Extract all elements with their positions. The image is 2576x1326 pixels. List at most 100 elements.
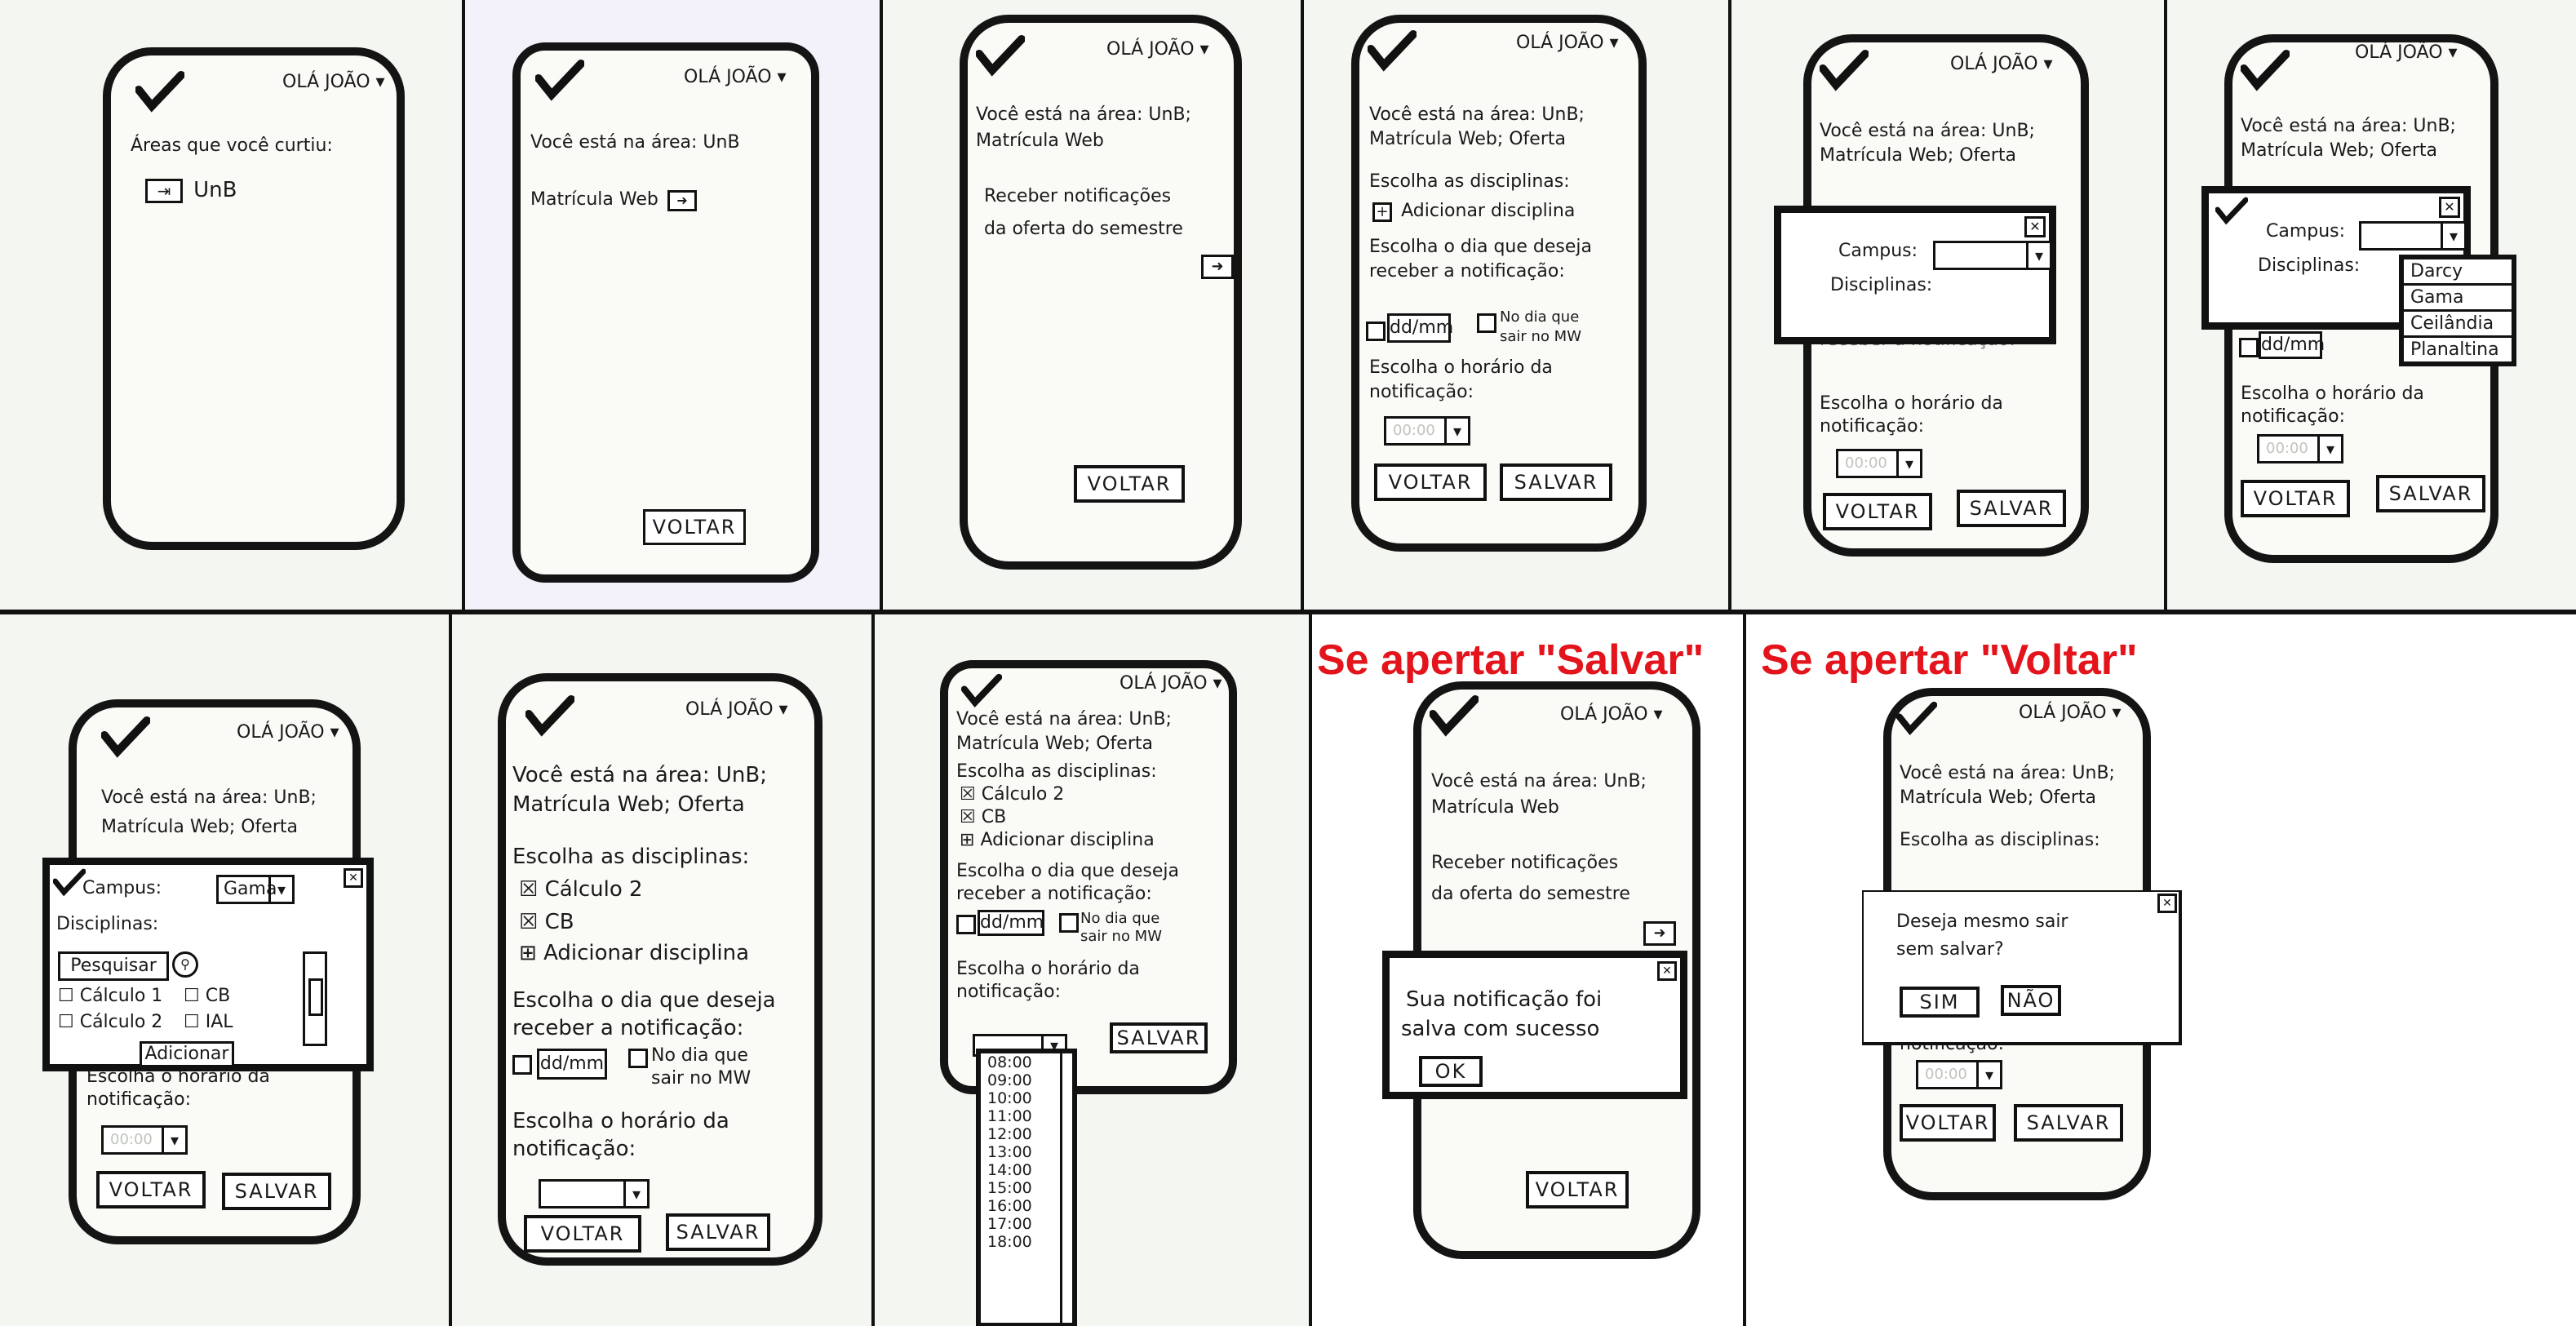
area-sublabel: Matrícula Web; Oferta	[1369, 129, 1566, 149]
arrow-right-icon[interactable]: ➜	[1643, 921, 1676, 946]
voltar-button[interactable]: VOLTAR	[524, 1215, 641, 1253]
salvar-button[interactable]: SALVAR	[666, 1213, 770, 1251]
salvar-button[interactable]: SALVAR	[1110, 1022, 1208, 1053]
adicionar-disciplina-link[interactable]: + Adicionar disciplina	[1372, 201, 1575, 222]
voltar-button[interactable]: VOLTAR	[1074, 465, 1185, 503]
cb-checked[interactable]: ☒ CB	[519, 910, 574, 934]
no-dia-checkbox[interactable]	[1059, 913, 1079, 933]
date-input[interactable]: dd/mm	[978, 910, 1044, 936]
adicionar-button[interactable]: Adicionar	[140, 1041, 234, 1067]
unb-area-link[interactable]: ⇥ UnB	[145, 178, 237, 203]
close-icon[interactable]: ✕	[344, 868, 363, 888]
hour-option[interactable]: 09:00	[981, 1071, 1072, 1089]
scrollbar-thumb[interactable]	[308, 978, 323, 1016]
greeting-menu[interactable]: OLÁ JOÃO ▾	[2019, 703, 2122, 723]
hour-select[interactable]: 00:00 ▾	[2257, 434, 2343, 463]
greeting-menu[interactable]: OLÁ JOÃO ▾	[1106, 39, 1209, 60]
date-checkbox[interactable]	[2239, 338, 2259, 357]
campus-label: Campus:	[2266, 221, 2346, 242]
close-icon[interactable]: ✕	[2024, 216, 2046, 237]
greeting-menu[interactable]: OLÁ JOÃO ▾	[1120, 673, 1222, 694]
hour-option[interactable]: 13:00	[981, 1143, 1072, 1161]
greeting-menu[interactable]: OLÁ JOÃO ▾	[1950, 54, 2053, 74]
receber-label-2: da oferta do semestre	[1431, 884, 1630, 904]
no-dia-label-2: sair no MW	[651, 1068, 752, 1089]
cb-option[interactable]: ☐ CB	[184, 986, 230, 1006]
campus-option[interactable]: Gama	[2404, 286, 2512, 312]
pesquisar-input[interactable]: Pesquisar	[58, 951, 169, 981]
voltar-button[interactable]: VOLTAR	[643, 509, 746, 545]
hour-select[interactable]: 00:00 ▾	[1916, 1060, 2002, 1089]
close-icon[interactable]: ✕	[2439, 197, 2460, 218]
nao-button[interactable]: NÃO	[2001, 985, 2061, 1016]
date-input[interactable]: dd/mm	[2259, 331, 2325, 359]
hour-option[interactable]: 17:00	[981, 1215, 1072, 1233]
date-checkbox[interactable]	[956, 915, 976, 934]
hour-option[interactable]: 08:00	[981, 1053, 1072, 1071]
date-checkbox[interactable]	[512, 1055, 532, 1075]
calculo2-option[interactable]: ☐ Cálculo 2	[58, 1012, 162, 1032]
salvar-button[interactable]: SALVAR	[2376, 475, 2485, 512]
campus-select[interactable]: ▾	[2359, 221, 2467, 251]
success-message-2: salva com sucesso	[1401, 1017, 1600, 1041]
voltar-button[interactable]: VOLTAR	[1900, 1104, 1996, 1142]
campus-option[interactable]: Ceilândia	[2404, 312, 2512, 338]
hour-option[interactable]: 12:00	[981, 1125, 1072, 1143]
date-input[interactable]: dd/mm	[537, 1049, 607, 1080]
greeting-menu[interactable]: OLÁ JOÃO ▾	[2355, 42, 2458, 63]
chevron-down-icon: ▾	[1896, 451, 1920, 476]
cb-checked[interactable]: ☒ CB	[960, 807, 1006, 827]
search-icon[interactable]: ⚲	[172, 951, 198, 978]
hour-option[interactable]: 10:00	[981, 1089, 1072, 1107]
arrow-right-icon[interactable]: ➜	[1201, 255, 1234, 279]
no-dia-checkbox[interactable]	[628, 1049, 648, 1068]
voltar-button[interactable]: VOLTAR	[1374, 463, 1487, 501]
hour-option[interactable]: 14:00	[981, 1161, 1072, 1179]
salvar-button[interactable]: SALVAR	[2014, 1104, 2123, 1142]
area-label: Você está na área: UnB;	[1431, 771, 1647, 792]
voltar-button[interactable]: VOLTAR	[1526, 1171, 1629, 1208]
date-input[interactable]: dd/mm	[1387, 313, 1453, 343]
caption-salvar: Se apertar "Salvar"	[1317, 636, 1705, 684]
greeting-menu[interactable]: OLÁ JOÃO ▾	[685, 699, 788, 720]
hour-select[interactable]: 00:00 ▾	[1384, 416, 1470, 446]
adicionar-disciplina-link[interactable]: ⊞ Adicionar disciplina	[519, 941, 749, 965]
salvar-button[interactable]: SALVAR	[1957, 490, 2066, 527]
greeting-menu[interactable]: OLÁ JOÃO ▾	[1560, 704, 1663, 725]
greeting-menu[interactable]: OLÁ JOÃO ▾	[684, 67, 787, 87]
sim-button[interactable]: SIM	[1900, 987, 1980, 1018]
hour-select[interactable]: 00:00 ▾	[1836, 449, 1922, 478]
matricula-web-link[interactable]: Matrícula Web ➜	[530, 189, 697, 211]
no-dia-checkbox[interactable]	[1477, 313, 1496, 333]
date-checkbox[interactable]	[1366, 322, 1386, 341]
salvar-button[interactable]: SALVAR	[1500, 463, 1612, 501]
dropdown-scrollbar[interactable]	[1060, 1053, 1072, 1323]
calculo2-checked[interactable]: ☒ Cálculo 2	[519, 877, 643, 902]
voltar-button[interactable]: VOLTAR	[96, 1171, 206, 1208]
calculo2-checked[interactable]: ☒ Cálculo 2	[960, 784, 1064, 805]
greeting-menu[interactable]: OLÁ JOÃO ▾	[1516, 33, 1619, 53]
hour-option[interactable]: 16:00	[981, 1197, 1072, 1215]
escolha-hora-label-2: notificação:	[512, 1137, 636, 1161]
ial-option[interactable]: ☐ IAL	[184, 1012, 233, 1032]
campus-select[interactable]: ▾	[1933, 241, 2052, 270]
voltar-button[interactable]: VOLTAR	[2241, 480, 2350, 517]
campus-select[interactable]: Gama ▾	[216, 875, 295, 904]
hour-option[interactable]: 11:00	[981, 1107, 1072, 1125]
hour-select[interactable]: ▾	[539, 1179, 650, 1208]
close-icon[interactable]: ✕	[1657, 961, 1677, 981]
voltar-button[interactable]: VOLTAR	[1823, 493, 1932, 530]
greeting-menu[interactable]: OLÁ JOÃO ▾	[282, 72, 385, 92]
adicionar-disciplina-link[interactable]: ⊞ Adicionar disciplina	[960, 830, 1155, 850]
close-icon[interactable]: ✕	[2157, 894, 2177, 913]
ok-button[interactable]: OK	[1419, 1056, 1483, 1087]
salvar-button[interactable]: SALVAR	[222, 1173, 331, 1210]
campus-option[interactable]: Planaltina	[2404, 338, 2512, 361]
greeting-menu[interactable]: OLÁ JOÃO ▾	[237, 722, 339, 743]
hour-option[interactable]: 18:00	[981, 1233, 1072, 1251]
scrollbar[interactable]	[303, 951, 327, 1046]
campus-option[interactable]: Darcy	[2404, 259, 2512, 286]
hour-option[interactable]: 15:00	[981, 1179, 1072, 1197]
hour-select[interactable]: 00:00 ▾	[101, 1125, 188, 1155]
calculo1-option[interactable]: ☐ Cálculo 1	[58, 986, 162, 1006]
